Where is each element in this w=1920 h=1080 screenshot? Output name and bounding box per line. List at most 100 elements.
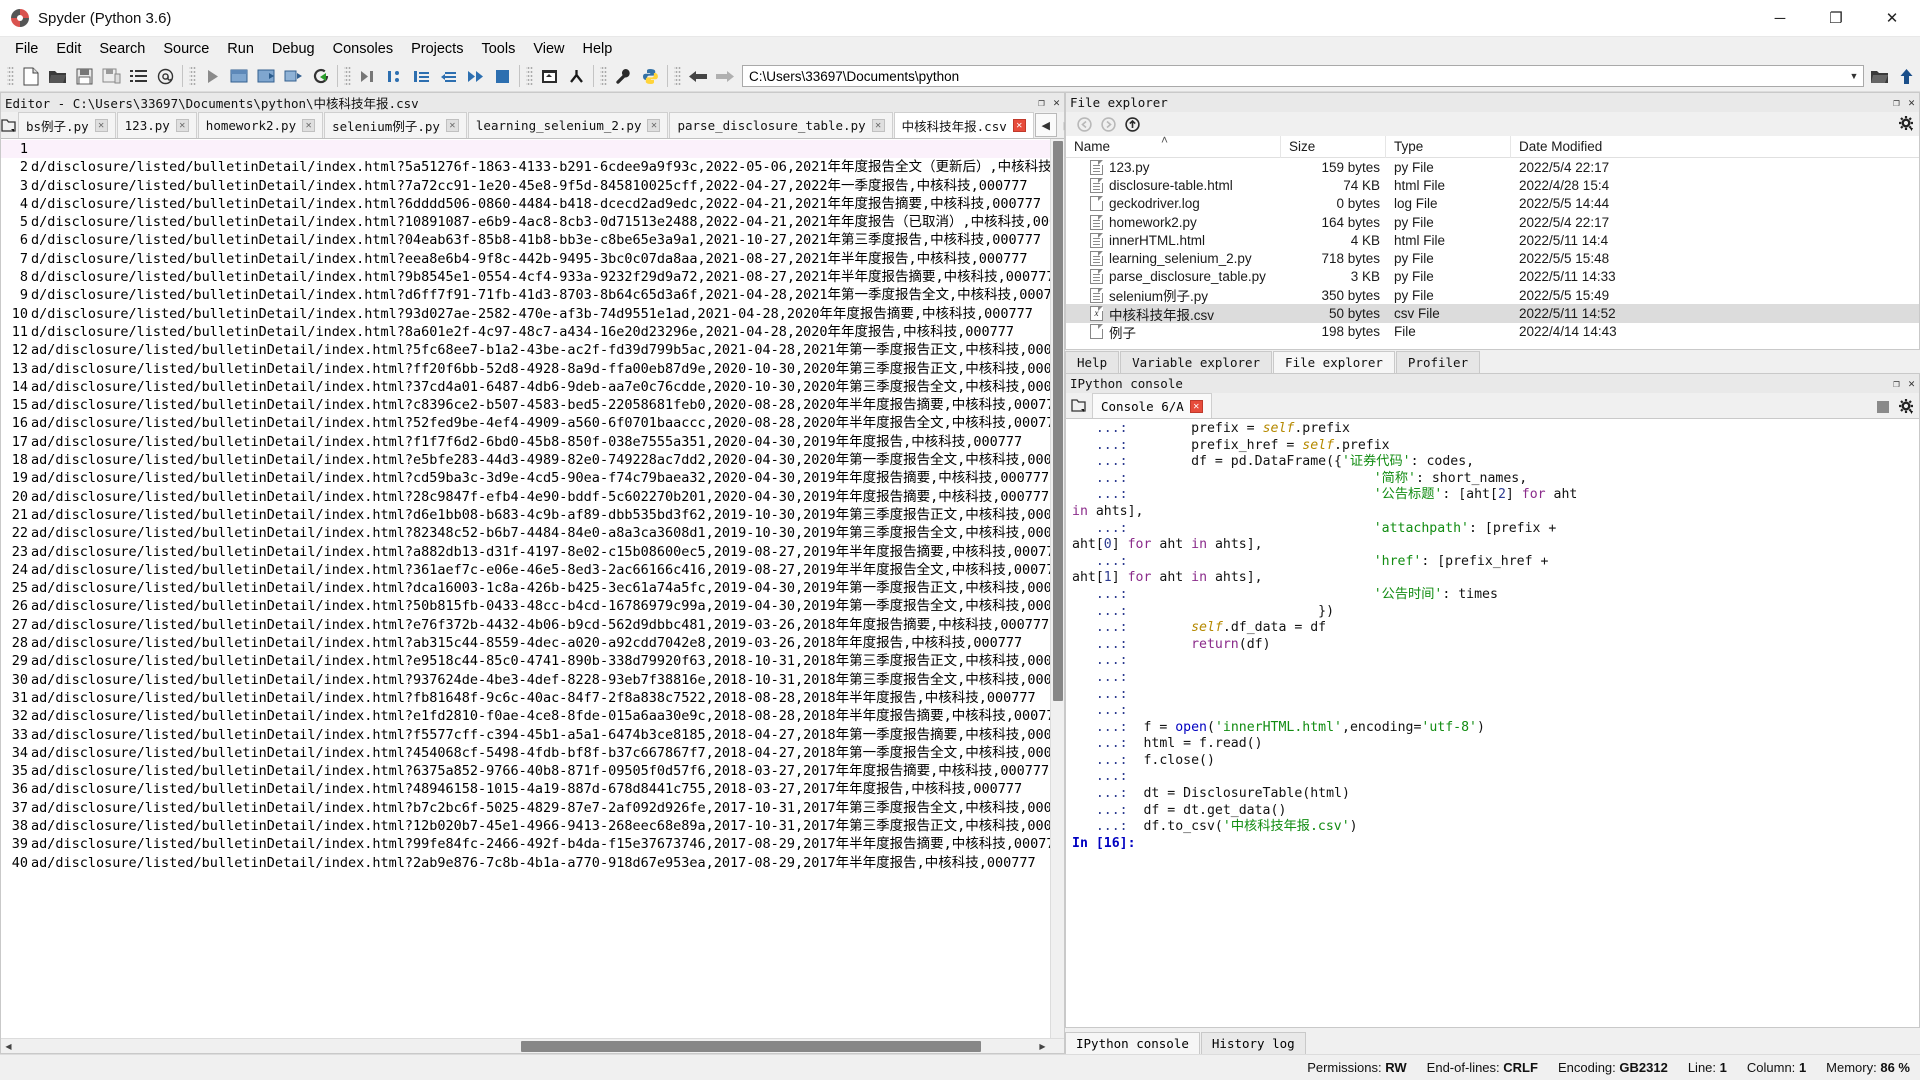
tab-scroll-left-button[interactable]: ◀ [1034,113,1057,137]
hscroll-right-arrow-icon[interactable]: ▶ [1035,1039,1050,1054]
forward-icon[interactable] [1096,113,1120,135]
file-explorer-row[interactable]: learning_selenium_2.py 718 bytes py File 20… [1066,249,1919,267]
editor-tab-0[interactable]: bs例子.py ✕ [18,112,116,138]
menu-item-help[interactable]: Help [574,39,622,59]
menu-item-consoles[interactable]: Consoles [324,39,402,59]
forward-icon[interactable] [711,63,738,90]
right-dock-tab-variable-explorer[interactable]: Variable explorer [1120,351,1273,373]
open-file-icon[interactable] [44,63,71,90]
run-selection-icon[interactable] [280,63,307,90]
editor-hscroll-thumb[interactable] [521,1041,981,1052]
column-header-name[interactable]: Name [1066,135,1281,158]
console-output[interactable]: ...: prefix = self.prefix ...: prefix_hr… [1066,419,1919,1027]
console-input-prompt-line[interactable]: In [16]: [1066,836,1919,853]
toolbar-grip[interactable] [7,65,14,87]
editor-tab-close-icon[interactable]: ✕ [175,119,189,132]
file-explorer-options-gear-icon[interactable] [1895,113,1919,135]
step-into-icon[interactable] [408,63,435,90]
menu-item-search[interactable]: Search [90,39,154,59]
right-dock-tab-help[interactable]: Help [1065,351,1120,373]
console-options-gear-icon[interactable] [1895,396,1919,418]
preferences-icon[interactable] [610,63,637,90]
editor-vscroll-thumb[interactable] [1053,141,1063,701]
editor-vertical-scrollbar[interactable] [1050,139,1064,1038]
editor-tab-1[interactable]: 123.py ✕ [116,112,197,138]
column-header-size[interactable]: Size [1281,135,1386,158]
minimize-button[interactable]: ─ [1752,0,1808,37]
step-return-icon[interactable] [435,63,462,90]
console-tab-close-icon[interactable]: ✕ [1189,399,1203,413]
editor-tab-2[interactable]: homework2.py ✕ [197,112,324,138]
menu-item-debug[interactable]: Debug [263,39,324,59]
editor-tab-close-icon[interactable]: ✕ [445,119,459,132]
menu-item-file[interactable]: File [6,39,47,59]
editor-tab-close-icon[interactable]: ✕ [647,119,661,132]
maximize-pane-icon[interactable] [536,63,563,90]
column-header-type[interactable]: Type [1386,135,1511,158]
editor-close-button[interactable]: ✕ [1049,96,1064,109]
right-dock-tab-profiler[interactable]: Profiler [1395,351,1481,373]
maximize-button[interactable]: ❐ [1808,0,1864,37]
stop-icon[interactable] [489,63,516,90]
menu-item-tools[interactable]: Tools [472,39,524,59]
menu-item-source[interactable]: Source [154,39,218,59]
chevron-down-icon[interactable]: ▼ [1845,71,1863,81]
file-explorer-undock-button[interactable]: ❐ [1889,96,1904,109]
hscroll-left-arrow-icon[interactable]: ◀ [1,1039,16,1054]
file-explorer-row[interactable]: homework2.py 164 bytes py File 2022/5/4 22:… [1066,213,1919,231]
file-explorer-row[interactable]: 123.py 159 bytes py File 2022/5/4 22:17 [1066,158,1919,176]
close-button[interactable]: ✕ [1864,0,1920,37]
console-undock-button[interactable]: ❐ [1889,377,1904,390]
editor-horizontal-scrollbar[interactable]: ◀ ▶ [1,1038,1064,1053]
step-over-icon[interactable] [381,63,408,90]
back-icon[interactable] [684,63,711,90]
toolbar-grip-run[interactable] [189,65,196,87]
pythonpath-icon[interactable] [637,63,664,90]
menu-item-projects[interactable]: Projects [402,39,472,59]
right-dock-tab-file-explorer[interactable]: File explorer [1273,351,1395,373]
editor-tab-4[interactable]: learning_selenium_2.py ✕ [467,112,669,138]
browse-dir-icon[interactable] [1866,63,1893,90]
file-explorer-row[interactable]: parse_disclosure_table.py 3 KB py File 2022… [1066,268,1919,286]
run-cell-icon[interactable] [226,63,253,90]
at-sign-icon[interactable] [152,63,179,90]
console-browse-tabs-icon[interactable] [1066,392,1092,418]
bottom-dock-tab-ipython-console[interactable]: IPython console [1065,1032,1200,1054]
editor-code-scroll[interactable]: 1 2 d/disclosure/listed/bulletinDetail/ind… [1,139,1050,1038]
toolbar-grip-tools[interactable] [600,65,607,87]
editor-tab-close-icon[interactable]: ✕ [94,119,108,132]
debug-icon[interactable] [354,63,381,90]
editor-tab-close-icon[interactable]: ✕ [1012,119,1026,132]
column-header-date[interactable]: Date Modified [1511,136,1919,158]
toolbar-grip-debug[interactable] [344,65,351,87]
parent-dir-icon[interactable] [1893,63,1920,90]
menu-item-view[interactable]: View [524,39,573,59]
toolbar-grip-pane[interactable] [526,65,533,87]
editor-tab-3[interactable]: selenium例子.py ✕ [324,112,467,138]
back-icon[interactable] [1072,113,1096,135]
file-explorer-row[interactable]: 例子 198 bytes File 2022/4/14 14:43 [1066,323,1919,341]
run-icon[interactable] [199,63,226,90]
editor-tab-close-icon[interactable]: ✕ [871,119,885,132]
menu-item-run[interactable]: Run [218,39,263,59]
parent-dir-icon[interactable] [1120,113,1144,135]
editor-tab-5[interactable]: parse_disclosure_table.py ✕ [669,112,893,138]
run-cell-advance-icon[interactable] [253,63,280,90]
file-explorer-rows[interactable]: 123.py 159 bytes py File 2022/5/4 22:17 disc… [1066,158,1919,349]
file-explorer-row[interactable]: selenium例子.py 350 bytes py File 2022/5/5 15… [1066,286,1919,304]
file-explorer-close-button[interactable]: ✕ [1904,96,1919,109]
file-list-icon[interactable] [125,63,152,90]
working-directory-field[interactable]: C:\Users\33697\Documents\python ▼ [742,65,1864,87]
bottom-dock-tab-history-log[interactable]: History log [1200,1032,1306,1054]
new-file-icon[interactable] [17,63,44,90]
file-explorer-row[interactable]: innerHTML.html 4 KB html File 2022/5/11 14:… [1066,231,1919,249]
console-stop-icon[interactable] [1871,396,1895,418]
editor-browse-tabs-icon[interactable] [1,112,18,138]
editor-tab-6[interactable]: 中核科技年报.csv ✕ [893,112,1034,138]
menu-item-edit[interactable]: Edit [47,39,90,59]
editor-code-area[interactable]: 1 2 d/disclosure/listed/bulletinDetail/ind… [1,139,1064,1038]
editor-undock-button[interactable]: ❐ [1034,96,1049,109]
console-tab-console-6a[interactable]: Console 6/A ✕ [1092,393,1212,418]
save-file-icon[interactable] [71,63,98,90]
save-all-icon[interactable] [98,63,125,90]
